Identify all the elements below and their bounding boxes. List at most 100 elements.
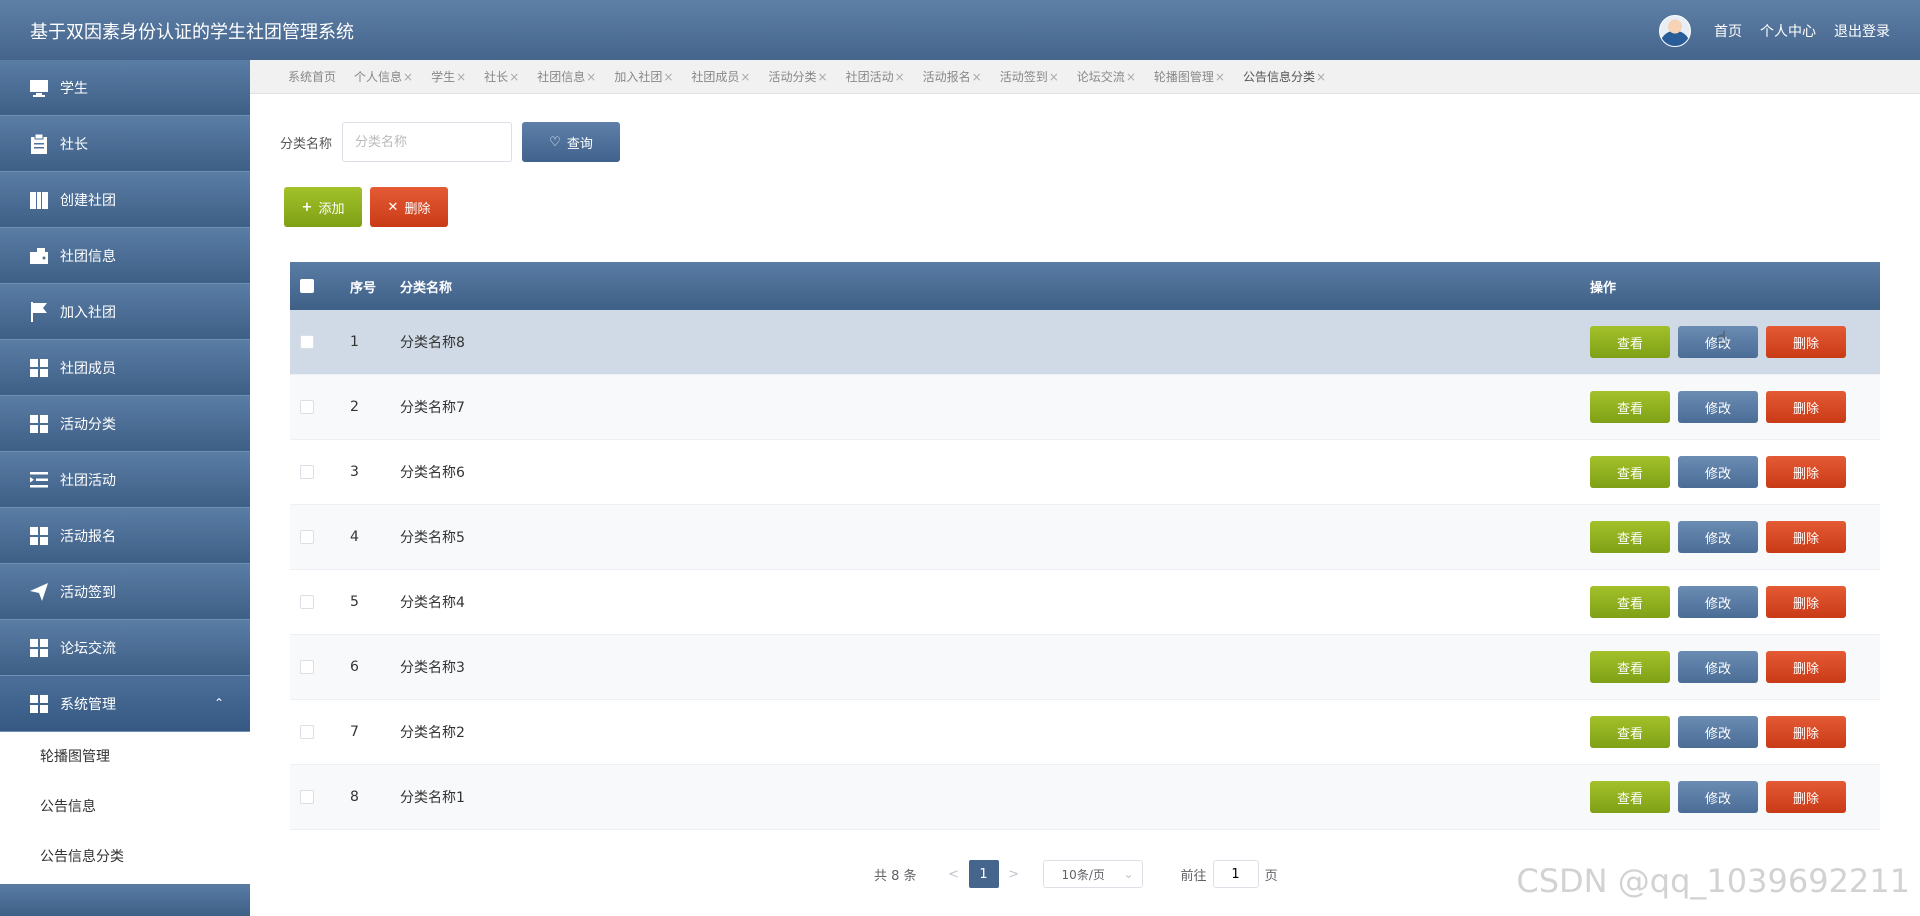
remove-button[interactable]: 删除 [1766, 326, 1846, 358]
sidebar-item-forum[interactable]: 论坛交流 [0, 620, 250, 676]
edit-button[interactable]: 修改 [1678, 456, 1758, 488]
remove-button[interactable]: 删除 [1766, 586, 1846, 618]
view-button[interactable]: 查看 [1590, 586, 1670, 618]
close-icon[interactable]: × [972, 70, 982, 84]
avatar[interactable] [1659, 15, 1691, 47]
sidebar-item-students[interactable]: 学生 [0, 60, 250, 116]
row-checkbox[interactable] [300, 530, 314, 544]
tab-club-activities[interactable]: 社团活动× [846, 68, 905, 85]
next-page-button[interactable]: > [999, 867, 1029, 882]
view-button[interactable]: 查看 [1590, 651, 1670, 683]
tab-students[interactable]: 学生× [431, 68, 466, 85]
goto-page-input[interactable] [1212, 860, 1259, 888]
nav-logout[interactable]: 退出登录 [1834, 21, 1890, 41]
add-button[interactable]: + 添加 [284, 187, 362, 227]
delete-button[interactable]: ✕ 删除 [370, 187, 448, 227]
row-index: 2 [350, 399, 359, 415]
sidebar-item-create-club[interactable]: 创建社团 [0, 172, 250, 228]
tab-forum[interactable]: 论坛交流× [1077, 68, 1136, 85]
edit-button[interactable]: 修改 [1678, 716, 1758, 748]
sidebar-item-club-members[interactable]: 社团成员 [0, 340, 250, 396]
close-icon[interactable]: × [895, 70, 905, 84]
page-1-button[interactable]: 1 [968, 860, 999, 888]
tab-club-members[interactable]: 社团成员× [691, 68, 750, 85]
close-icon[interactable]: × [1126, 70, 1136, 84]
close-icon[interactable]: × [586, 70, 596, 84]
tab-home[interactable]: 系统首页 [288, 68, 336, 85]
sidebar-item-join-club[interactable]: 加入社团 [0, 284, 250, 340]
sidebar-item-activity-checkin[interactable]: 活动签到 [0, 564, 250, 620]
row-index: 4 [350, 529, 359, 545]
sidebar-item-label: 加入社团 [60, 304, 116, 321]
goto-page: 前往 页 [1181, 860, 1278, 888]
close-icon[interactable]: × [740, 70, 750, 84]
view-button[interactable]: 查看 [1590, 781, 1670, 813]
edit-button[interactable]: 修改 [1678, 651, 1758, 683]
query-button[interactable]: ♡ 查询 [522, 122, 621, 162]
tab-activity-signup[interactable]: 活动报名× [923, 68, 982, 85]
select-all-checkbox[interactable] [300, 279, 314, 293]
row-checkbox[interactable] [300, 790, 314, 804]
row-checkbox[interactable] [300, 595, 314, 609]
chevron-down-icon: ⌄ [1123, 867, 1134, 881]
remove-button[interactable]: 删除 [1766, 391, 1846, 423]
tab-activity-category[interactable]: 活动分类× [768, 68, 827, 85]
grid-icon [28, 637, 50, 659]
prev-page-button[interactable]: < [939, 867, 969, 882]
remove-button[interactable]: 删除 [1766, 456, 1846, 488]
tab-join-club[interactable]: 加入社团× [614, 68, 673, 85]
sidebar-item-activity-signup[interactable]: 活动报名 [0, 508, 250, 564]
search-label: 分类名称 [280, 136, 333, 152]
edit-button[interactable]: 修改 [1678, 521, 1758, 553]
view-button[interactable]: 查看 [1590, 326, 1670, 358]
app-header: 基于双因素身份认证的学生社团管理系统 首页 个人中心 退出登录 [0, 0, 1920, 60]
row-checkbox[interactable] [300, 335, 314, 349]
header-name: 分类名称 [400, 280, 453, 296]
tab-notice-category[interactable]: 公告信息分类× [1243, 68, 1326, 85]
row-name: 分类名称8 [400, 335, 465, 351]
page-size-select[interactable]: 10条/页 ⌄ [1042, 860, 1143, 888]
edit-button[interactable]: 修改 [1678, 781, 1758, 813]
sidebar-item-activity-category[interactable]: 活动分类 [0, 396, 250, 452]
remove-button[interactable]: 删除 [1766, 716, 1846, 748]
close-icon[interactable]: × [1316, 70, 1326, 84]
submenu-item-notices[interactable]: 公告信息 [0, 782, 250, 832]
nav-home[interactable]: 首页 [1714, 21, 1742, 41]
view-button[interactable]: 查看 [1590, 456, 1670, 488]
tab-carousel[interactable]: 轮播图管理× [1154, 68, 1225, 85]
close-icon[interactable]: × [403, 70, 413, 84]
sidebar-item-system-management[interactable]: 系统管理 ⌃ [0, 676, 250, 732]
tab-activity-checkin[interactable]: 活动签到× [1000, 68, 1059, 85]
sidebar-item-president[interactable]: 社长 [0, 116, 250, 172]
submenu-item-carousel[interactable]: 轮播图管理 [0, 732, 250, 782]
close-icon[interactable]: × [663, 70, 673, 84]
header-nav: 首页 个人中心 退出登录 [1714, 21, 1890, 41]
view-button[interactable]: 查看 [1590, 521, 1670, 553]
search-input[interactable] [342, 122, 513, 162]
close-icon[interactable]: × [818, 70, 828, 84]
row-checkbox[interactable] [300, 400, 314, 414]
row-checkbox[interactable] [300, 660, 314, 674]
edit-button[interactable]: 修改 [1678, 586, 1758, 618]
view-button[interactable]: 查看 [1590, 391, 1670, 423]
close-icon[interactable]: × [1049, 70, 1059, 84]
row-checkbox[interactable] [300, 465, 314, 479]
sidebar-item-club-activities[interactable]: 社团活动 [0, 452, 250, 508]
submenu-item-notice-category[interactable]: 公告信息分类 [0, 832, 250, 882]
remove-button[interactable]: 删除 [1766, 781, 1846, 813]
row-checkbox[interactable] [300, 725, 314, 739]
tab-club-info[interactable]: 社团信息× [537, 68, 596, 85]
nav-profile[interactable]: 个人中心 [1760, 21, 1816, 41]
tab-profile[interactable]: 个人信息× [354, 68, 413, 85]
remove-button[interactable]: 删除 [1766, 651, 1846, 683]
close-icon[interactable]: × [456, 70, 466, 84]
close-icon[interactable]: × [509, 70, 519, 84]
tab-president[interactable]: 社长× [484, 68, 519, 85]
view-button[interactable]: 查看 [1590, 716, 1670, 748]
remove-button[interactable]: 删除 [1766, 521, 1846, 553]
clipboard-icon [28, 133, 50, 155]
grid-icon [28, 525, 50, 547]
close-icon[interactable]: × [1215, 70, 1225, 84]
edit-button[interactable]: 修改 [1678, 391, 1758, 423]
sidebar-item-club-info[interactable]: 社团信息 [0, 228, 250, 284]
